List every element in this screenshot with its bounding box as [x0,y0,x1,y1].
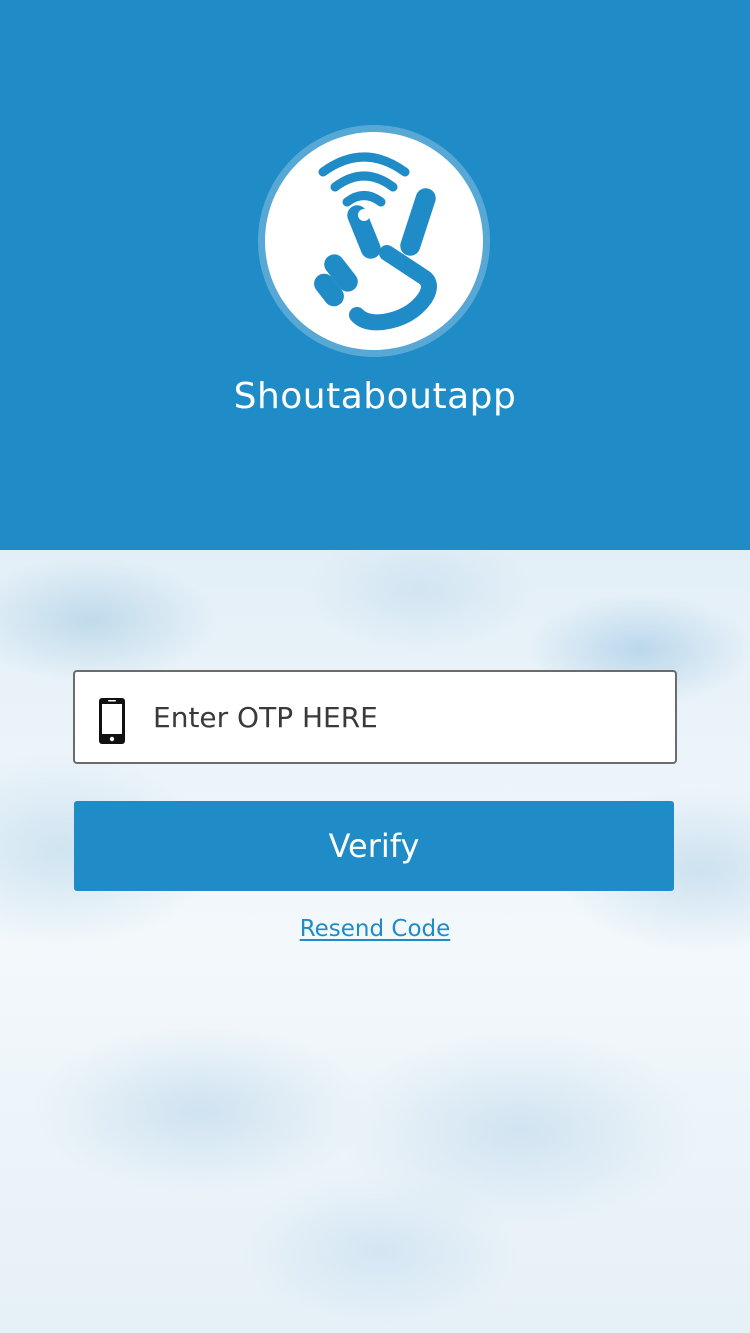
mobile-phone-icon [99,698,125,744]
otp-input[interactable] [153,672,653,762]
peace-hand-wifi-logo-icon [314,152,437,331]
verify-button[interactable]: Verify [74,801,674,891]
resend-code-link[interactable]: Resend Code [300,916,451,942]
header-banner: Shoutaboutapp [0,0,750,550]
app-name-title: Shoutaboutapp [233,376,517,417]
otp-screen: Shoutaboutapp Verify Resend Code [0,0,750,1333]
otp-field[interactable] [73,670,677,764]
resend-code-container: Resend Code [0,912,750,946]
